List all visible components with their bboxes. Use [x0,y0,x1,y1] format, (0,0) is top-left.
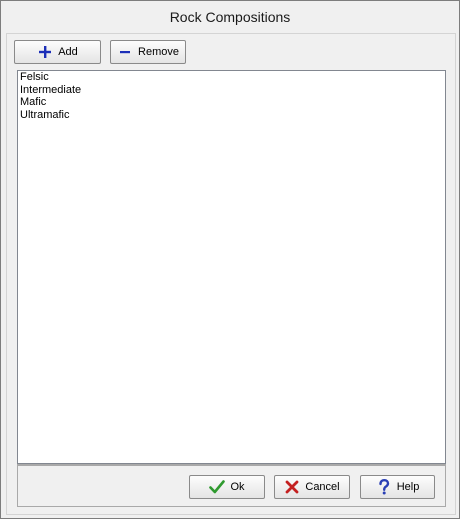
list-item[interactable]: Felsic [18,71,445,84]
dialog-window: Rock Compositions Add Remove Felsic Inte… [0,0,460,519]
ok-button-label: Ok [230,481,245,493]
dialog-client-area: Add Remove Felsic Intermediate Mafic Ult… [6,33,456,515]
list-item[interactable]: Ultramafic [18,109,445,122]
cancel-button[interactable]: Cancel [274,475,350,499]
help-button-label: Help [396,481,420,493]
checkmark-icon [209,479,226,495]
ok-button[interactable]: Ok [189,475,265,499]
add-button[interactable]: Add [14,40,101,64]
question-mark-icon [376,479,392,495]
help-button[interactable]: Help [360,475,435,499]
add-button-label: Add [58,46,78,58]
window-title: Rock Compositions [169,9,291,25]
compositions-list[interactable]: Felsic Intermediate Mafic Ultramafic [17,70,446,464]
remove-button-label: Remove [138,46,179,58]
remove-button[interactable]: Remove [110,40,186,64]
plus-icon [37,44,53,60]
list-item[interactable]: Intermediate [18,84,445,97]
cancel-button-label: Cancel [305,481,340,493]
minus-icon [117,44,133,60]
list-item[interactable]: Mafic [18,96,445,109]
button-panel: Ok Cancel Help [17,464,446,507]
x-icon [284,479,300,495]
